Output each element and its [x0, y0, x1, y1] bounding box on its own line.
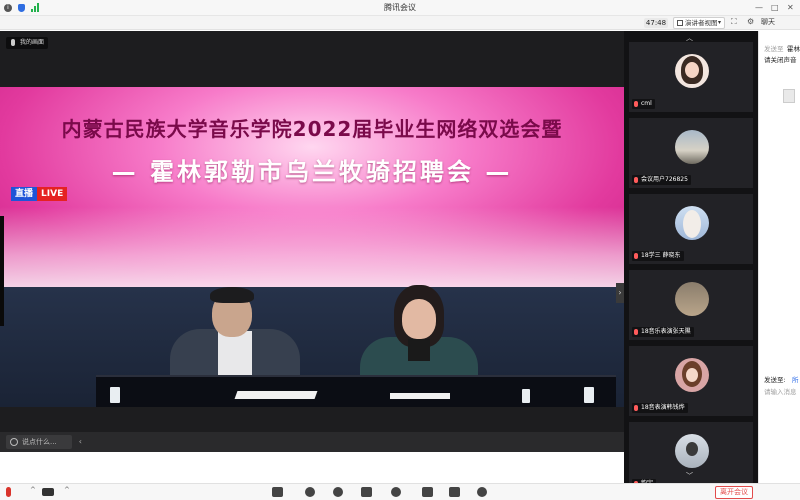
- live-badge-en: LIVE: [37, 187, 68, 201]
- mic-muted-icon: [634, 101, 638, 107]
- participant-name: cml: [632, 99, 655, 109]
- meeting-toolbar: 47:48 演讲者视图 ▾ ⛶ ⚙ 聊天: [0, 16, 800, 30]
- window-title: 腾讯会议: [384, 3, 416, 12]
- chevron-left-icon[interactable]: ‹: [79, 435, 82, 449]
- document-left: [234, 391, 318, 399]
- banner-title-line2: — 霍林郭勒市乌兰牧骑招聘会 —: [111, 158, 513, 186]
- participant-tile[interactable]: 会议用户726825: [629, 118, 753, 188]
- chat-recipient: 霍林: [787, 45, 800, 53]
- hand-raise-icon[interactable]: [422, 487, 433, 497]
- cup-left: [110, 387, 120, 403]
- avatar: [675, 358, 709, 392]
- collapse-panel-arrow[interactable]: ›: [616, 283, 624, 303]
- view-mode-label: 演讲者视图: [685, 19, 718, 27]
- chat-message: 请关闭声音: [764, 56, 797, 64]
- my-screen-label: 我的画面: [20, 39, 45, 46]
- banner-glow: [0, 207, 624, 287]
- banner-title-line1: 内蒙古民族大学音乐学院2022届毕业生网络双选会暨: [61, 117, 563, 141]
- live-badge-zh: 直播: [11, 187, 38, 201]
- cup-right: [584, 387, 594, 403]
- chat-panel: 发送至 霍林 请关闭声音 发送至: 所 请输入消息: [758, 31, 800, 483]
- grid-icon: [677, 20, 683, 26]
- participant-tile[interactable]: cml: [629, 42, 753, 112]
- share-screen-icon[interactable]: [272, 487, 283, 497]
- settings-icon[interactable]: ⚙: [747, 17, 754, 26]
- say-something-placeholder: 说点什么...: [22, 438, 57, 446]
- bullet-chat-bar: 说点什么... ‹: [0, 432, 624, 452]
- participant-column: ︿ cml 会议用户726825 18学三 薛晓东 18音乐表演张天隰 18音表…: [624, 31, 758, 483]
- conference-table: [96, 377, 616, 407]
- participant-name: 18音表演韩钱烨: [632, 403, 688, 413]
- participants-icon[interactable]: [333, 487, 343, 497]
- apps-icon[interactable]: [449, 487, 460, 497]
- chat-send-to-prefix: 发送至: [764, 45, 784, 53]
- maximize-icon[interactable]: □: [771, 3, 779, 12]
- video-frame: 内蒙古民族大学音乐学院2022届毕业生网络双选会暨 — 霍林郭勒市乌兰牧骑招聘会…: [0, 87, 624, 407]
- avatar: [675, 206, 709, 240]
- mic-icon: [11, 39, 15, 46]
- mic-muted-icon: [634, 253, 638, 259]
- title-bar: i 腾讯会议 — □ ✕: [0, 0, 800, 16]
- mic-options-caret[interactable]: ^: [30, 486, 36, 494]
- document-right: [390, 393, 450, 399]
- participant-name: 会议用户726825: [632, 175, 691, 185]
- mic-muted-icon: [634, 177, 638, 183]
- cup-mid: [522, 389, 530, 403]
- avatar: [675, 54, 709, 88]
- main-video[interactable]: 我的画面 内蒙古民族大学音乐学院2022届毕业生网络双选会暨 — 霍林郭勒市乌兰…: [0, 31, 624, 432]
- chat-input[interactable]: 请输入消息: [764, 386, 797, 396]
- meeting-timer: 47:48: [644, 18, 668, 28]
- bottom-toolbar: ^ ^ 离开会议: [0, 483, 800, 500]
- participant-tile[interactable]: 18学三 薛晓东: [629, 194, 753, 264]
- image-thumbnail[interactable]: [783, 89, 795, 103]
- leave-meeting-button[interactable]: 离开会议: [715, 486, 753, 499]
- record-icon[interactable]: [391, 487, 401, 497]
- chevron-down-icon[interactable]: ﹀: [686, 471, 693, 481]
- minimize-icon[interactable]: —: [755, 3, 763, 12]
- camera-icon[interactable]: [42, 488, 54, 496]
- camera-options-caret[interactable]: ^: [64, 486, 70, 494]
- left-panel-handle[interactable]: [0, 216, 4, 326]
- chevron-down-icon: ▾: [717, 19, 721, 26]
- avatar: [675, 282, 709, 316]
- close-icon[interactable]: ✕: [787, 3, 794, 12]
- event-banner: 内蒙古民族大学音乐学院2022届毕业生网络双选会暨 — 霍林郭勒市乌兰牧骑招聘会…: [0, 87, 624, 287]
- live-badge: 直播 LIVE: [11, 187, 68, 201]
- send-to-label: 发送至:: [764, 376, 786, 384]
- participant-name: 18音乐表演张天隰: [632, 327, 694, 337]
- my-screen-tag: 我的画面: [6, 37, 49, 49]
- mic-muted-icon: [634, 405, 638, 411]
- microphone-icon[interactable]: [6, 487, 11, 497]
- settings-icon[interactable]: [477, 487, 487, 497]
- security-icon[interactable]: [305, 487, 315, 497]
- participant-tile[interactable]: 18音表演韩钱烨: [629, 346, 753, 416]
- meeting-app: i 腾讯会议 — □ ✕ 47:48 演讲者视图 ▾ ⛶ ⚙ 聊天 我的画面 内…: [0, 0, 800, 500]
- avatar: [675, 130, 709, 164]
- chat-icon[interactable]: [361, 487, 372, 497]
- participant-name: 18学三 薛晓东: [632, 251, 684, 261]
- chat-tab[interactable]: 聊天: [761, 17, 775, 27]
- send-to-recipient[interactable]: 所: [792, 374, 799, 384]
- participant-tile[interactable]: 18音乐表演张天隰: [629, 270, 753, 340]
- avatar: [675, 434, 709, 468]
- mic-muted-icon: [634, 329, 638, 335]
- say-something-input[interactable]: 说点什么... ‹: [6, 435, 82, 449]
- fullscreen-icon[interactable]: ⛶: [731, 17, 737, 27]
- view-mode-select[interactable]: 演讲者视图 ▾: [673, 17, 725, 29]
- emoji-icon[interactable]: [10, 438, 18, 446]
